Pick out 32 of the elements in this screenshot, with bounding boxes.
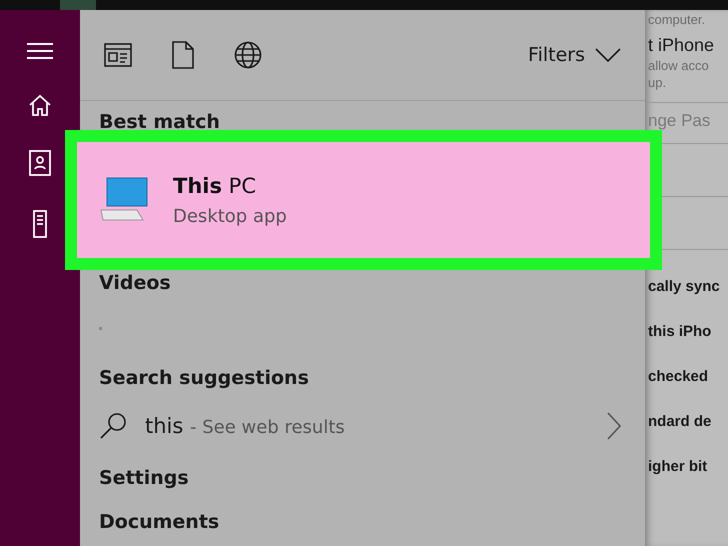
window-text: cally sync (648, 278, 721, 295)
filters-button[interactable]: Filters (528, 44, 621, 66)
chevron-right-icon[interactable] (607, 412, 621, 440)
search-icon (99, 412, 127, 440)
window-text: allow acco (648, 58, 710, 73)
notebook-icon[interactable] (29, 150, 51, 176)
window-text: igher bit (648, 458, 708, 475)
dot-mark (99, 327, 102, 330)
window-text: ndard de (648, 413, 712, 430)
thumbnail (60, 0, 96, 10)
window-text: this iPho (648, 323, 712, 340)
window-text: up. (648, 75, 668, 90)
window-text: t iPhone (648, 35, 716, 56)
best-match-result[interactable]: This PC Desktop app (65, 130, 662, 270)
section-heading: Settings (98, 466, 190, 491)
tower-icon[interactable] (33, 210, 47, 238)
chevron-down-icon (595, 48, 621, 62)
result-title: This PC (173, 174, 257, 198)
section-heading: Documents (98, 510, 220, 535)
search-suggestion[interactable]: this - See web results (145, 414, 345, 438)
newspaper-icon[interactable] (104, 43, 132, 67)
result-subtitle: Desktop app (173, 206, 287, 226)
window-text: nge Pas (648, 111, 712, 131)
window-text: computer. (648, 12, 706, 27)
globe-icon[interactable] (234, 41, 262, 69)
section-heading: Best match (98, 111, 220, 133)
document-icon[interactable] (172, 41, 194, 69)
menu-icon[interactable] (27, 42, 53, 60)
section-heading: Search suggestions (98, 366, 310, 391)
section-heading: Videos (98, 271, 172, 296)
window-text: checked (648, 368, 710, 385)
home-icon[interactable] (28, 94, 52, 116)
